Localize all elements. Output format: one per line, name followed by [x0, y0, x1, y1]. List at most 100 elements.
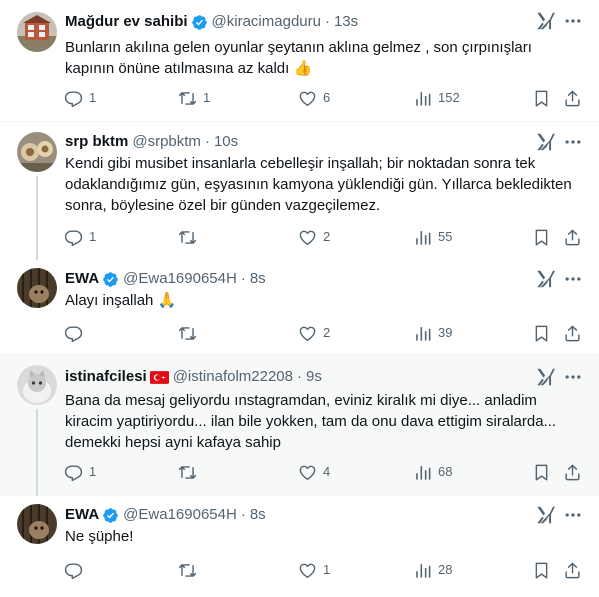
- bookmark-button[interactable]: [532, 323, 551, 343]
- share-button[interactable]: [563, 227, 582, 247]
- like-count: 2: [323, 229, 331, 244]
- action-bar: 1 1 6 152: [0, 88, 599, 108]
- avatar[interactable]: [17, 12, 57, 52]
- repost-button[interactable]: [178, 462, 203, 482]
- more-icon[interactable]: [563, 269, 583, 289]
- reply-button[interactable]: [64, 323, 89, 343]
- share-icon: [565, 90, 580, 106]
- tweet-card[interactable]: srp bktm @srpbktm · 10s Kendi gibi musib…: [0, 122, 599, 260]
- grok-icon[interactable]: [535, 504, 557, 526]
- like-button[interactable]: 2: [298, 323, 330, 343]
- verified-badge-icon: [103, 507, 118, 523]
- like-count: 6: [323, 90, 331, 105]
- avatar[interactable]: [17, 132, 57, 172]
- thread-connector: [36, 409, 38, 496]
- bookmark-button[interactable]: [532, 462, 551, 482]
- avatar[interactable]: [17, 268, 57, 308]
- repost-icon: [178, 91, 197, 105]
- like-icon: [299, 465, 316, 480]
- tweet-card[interactable]: Mağdur ev sahibi @kiracimagduru · 13s Bu…: [0, 0, 599, 121]
- reply-button[interactable]: 1: [64, 88, 96, 108]
- reply-count: 1: [89, 229, 97, 244]
- views-icon: [416, 230, 431, 245]
- grok-icon[interactable]: [535, 131, 557, 153]
- reply-icon: [64, 464, 83, 481]
- repost-count: 1: [203, 90, 211, 105]
- reply-icon: [64, 90, 83, 107]
- handle[interactable]: @Ewa1690654H: [123, 505, 237, 525]
- views-button[interactable]: 39: [413, 323, 452, 343]
- repost-icon: [178, 465, 197, 479]
- share-button[interactable]: [563, 560, 582, 580]
- views-button[interactable]: 152: [413, 88, 460, 108]
- tweet-card[interactable]: EWA @Ewa1690654H · 8s Alayı inşallah 🙏 2: [0, 260, 599, 354]
- bookmark-button[interactable]: [532, 560, 551, 580]
- reply-button[interactable]: 1: [64, 227, 96, 247]
- like-icon: [299, 326, 316, 341]
- timestamp[interactable]: 8s: [250, 269, 266, 289]
- repost-button[interactable]: 1: [178, 88, 210, 108]
- like-button[interactable]: 2: [298, 227, 330, 247]
- timestamp[interactable]: 8s: [250, 505, 266, 525]
- reply-button[interactable]: 1: [64, 462, 96, 482]
- tweet-text-line: Alayı inşallah 🙏: [65, 292, 177, 309]
- share-button[interactable]: [563, 323, 582, 343]
- timestamp[interactable]: 10s: [214, 132, 238, 152]
- view-count: 152: [438, 90, 460, 105]
- handle[interactable]: @Ewa1690654H: [123, 269, 237, 289]
- repost-icon: [178, 230, 197, 244]
- reply-button[interactable]: [64, 560, 89, 580]
- more-icon[interactable]: [563, 132, 583, 152]
- share-button[interactable]: [563, 462, 582, 482]
- repost-button[interactable]: [178, 227, 203, 247]
- views-button[interactable]: 55: [413, 227, 452, 247]
- thread-connector: [36, 176, 38, 260]
- view-count: 68: [438, 464, 453, 479]
- grok-icon[interactable]: [535, 268, 557, 290]
- bookmark-button[interactable]: [532, 227, 551, 247]
- tweet-text-line: Ne şüphe!: [65, 528, 134, 545]
- repost-button[interactable]: [178, 323, 203, 343]
- timestamp[interactable]: 9s: [306, 367, 322, 387]
- tweet-card[interactable]: EWA @Ewa1690654H · 8s Ne şüphe! 1 28: [0, 496, 599, 597]
- display-name[interactable]: EWA: [65, 269, 99, 289]
- bookmark-button[interactable]: [532, 88, 551, 108]
- handle[interactable]: @istinafolm22208: [173, 367, 293, 387]
- tweet-card[interactable]: istinafcilesi @istinafolm22208 · 9s Bana…: [0, 355, 599, 496]
- like-button[interactable]: 4: [298, 462, 330, 482]
- tweet-text: Alayı inşallah 🙏: [65, 290, 585, 311]
- avatar[interactable]: [17, 365, 57, 405]
- like-button[interactable]: 6: [298, 88, 330, 108]
- repost-button[interactable]: [178, 560, 203, 580]
- reply-icon: [64, 562, 83, 579]
- tweet-text: Ne şüphe!: [65, 526, 585, 547]
- views-icon: [416, 465, 431, 480]
- bookmark-icon: [535, 90, 548, 106]
- action-bar: 2 39: [0, 323, 599, 343]
- more-icon[interactable]: [563, 505, 583, 525]
- share-icon: [565, 562, 580, 578]
- display-name[interactable]: Mağdur ev sahibi: [65, 12, 188, 32]
- reply-icon: [64, 325, 83, 342]
- bookmark-icon: [535, 325, 548, 341]
- more-icon[interactable]: [563, 11, 583, 31]
- like-button[interactable]: 1: [298, 560, 330, 580]
- tweet-text-line: sonra, böylesine özel bir günden vazgeçi…: [65, 197, 381, 214]
- views-button[interactable]: 28: [413, 560, 452, 580]
- share-button[interactable]: [563, 88, 582, 108]
- views-button[interactable]: 68: [413, 462, 452, 482]
- grok-icon[interactable]: [535, 10, 557, 32]
- view-count: 39: [438, 325, 453, 340]
- display-name[interactable]: istinafcilesi: [65, 367, 147, 387]
- like-icon: [299, 230, 316, 245]
- display-name[interactable]: EWA: [65, 505, 99, 525]
- avatar[interactable]: [17, 504, 57, 544]
- handle[interactable]: @srpbktm: [132, 132, 201, 152]
- more-icon[interactable]: [563, 367, 583, 387]
- handle[interactable]: @kiracimagduru: [212, 12, 321, 32]
- grok-icon[interactable]: [535, 366, 557, 388]
- like-count: 4: [323, 464, 331, 479]
- views-icon: [416, 326, 431, 341]
- display-name[interactable]: srp bktm: [65, 132, 128, 152]
- timestamp[interactable]: 13s: [334, 12, 358, 32]
